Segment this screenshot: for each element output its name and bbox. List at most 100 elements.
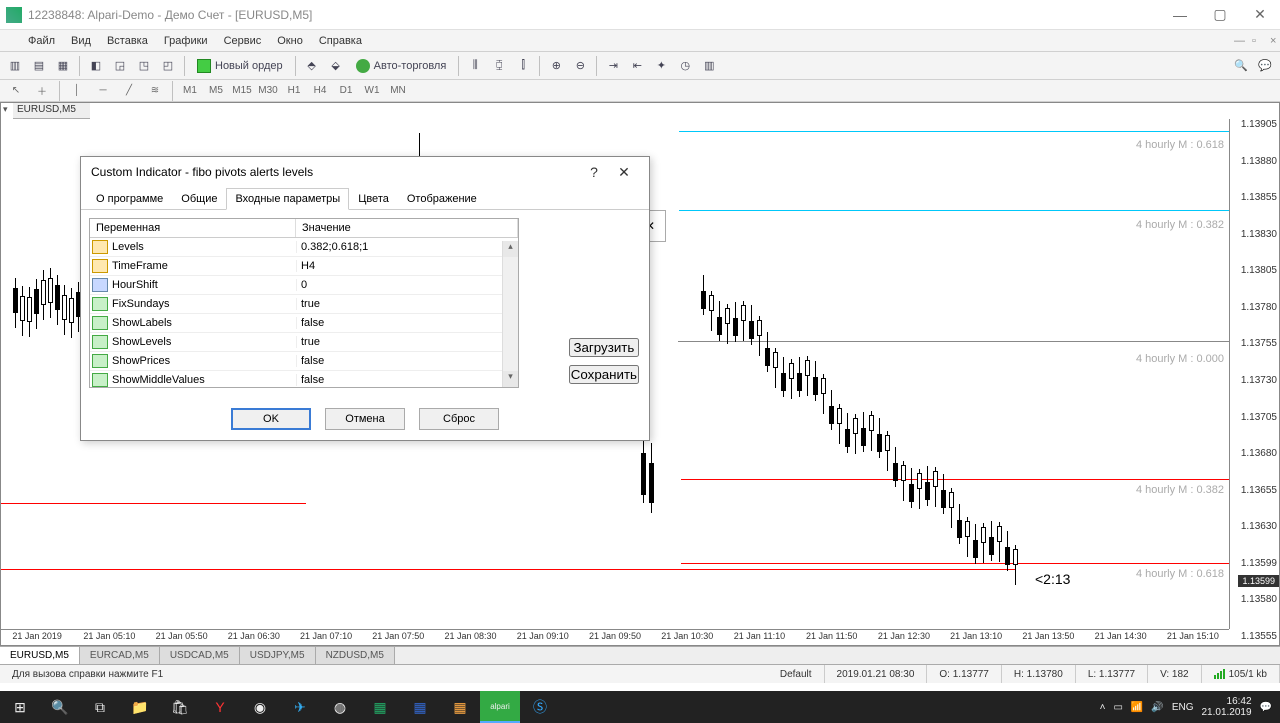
mdi-restore-icon[interactable]: ▫ <box>1244 33 1262 49</box>
table-scrollbar[interactable]: ▴ ▾ <box>502 241 518 387</box>
chart-shift-icon[interactable]: ⇤ <box>626 55 648 77</box>
dialog-tab[interactable]: О программе <box>87 188 172 210</box>
tray-battery-icon[interactable]: ▭ <box>1113 702 1122 713</box>
task-view-icon[interactable]: ⧉ <box>80 691 120 723</box>
auto-trading-button[interactable]: Авто-торговля <box>349 55 454 77</box>
line-chart-icon[interactable]: ⫿ <box>512 55 534 77</box>
trendline-icon[interactable]: ╱ <box>117 82 141 100</box>
timeframe-h4[interactable]: H4 <box>308 82 332 100</box>
scroll-down-icon[interactable]: ▾ <box>503 371 518 387</box>
profiles-icon[interactable]: ▤ <box>28 55 50 77</box>
skype-icon[interactable]: Ⓢ <box>520 691 560 723</box>
maximize-button[interactable]: ▢ <box>1200 0 1240 30</box>
param-row[interactable]: TimeFrameH4 <box>90 257 518 276</box>
scroll-up-icon[interactable]: ▴ <box>503 241 518 257</box>
store-icon[interactable]: 🛍 <box>160 691 200 723</box>
channel-icon[interactable]: ≋ <box>143 82 167 100</box>
dialog-tab[interactable]: Цвета <box>349 188 398 210</box>
menu-charts[interactable]: Графики <box>156 33 216 49</box>
dialog-help-icon[interactable]: ? <box>579 164 609 180</box>
menu-tools[interactable]: Сервис <box>216 33 270 49</box>
timeframe-d1[interactable]: D1 <box>334 82 358 100</box>
menu-window[interactable]: Окно <box>269 33 311 49</box>
chart-tab[interactable]: EURCAD,M5 <box>80 647 160 664</box>
chart-tab[interactable]: USDCAD,M5 <box>160 647 240 664</box>
tray-clock[interactable]: 16:42 21.01.2019 <box>1201 696 1251 718</box>
param-row[interactable]: Levels0.382;0.618;1 <box>90 238 518 257</box>
param-value[interactable]: false <box>296 374 518 386</box>
status-connection[interactable]: 105/1 kb <box>1202 665 1280 683</box>
dialog-close-icon[interactable]: ✕ <box>609 164 639 181</box>
col-value[interactable]: Значение <box>296 219 518 237</box>
reset-button[interactable]: Сброс <box>419 408 499 430</box>
metaquotes-icon[interactable]: ⬘ <box>301 55 323 77</box>
param-row[interactable]: HourShift0 <box>90 276 518 295</box>
ok-button[interactable]: OK <box>231 408 311 430</box>
search-task-icon[interactable]: 🔍 <box>40 691 80 723</box>
mdi-close-icon[interactable]: × <box>1262 33 1280 49</box>
menu-file[interactable]: Файл <box>20 33 63 49</box>
timeframe-w1[interactable]: W1 <box>360 82 384 100</box>
telegram-icon[interactable]: ✈ <box>280 691 320 723</box>
param-value[interactable]: 0 <box>296 279 518 291</box>
menu-view[interactable]: Вид <box>63 33 99 49</box>
param-value[interactable]: 0.382;0.618;1 <box>296 241 518 253</box>
terminal-icon[interactable]: ◳ <box>133 55 155 77</box>
dialog-tab[interactable]: Входные параметры <box>226 188 349 210</box>
new-order-button[interactable]: Новый ордер <box>190 55 290 77</box>
word-icon[interactable]: ▦ <box>400 691 440 723</box>
param-row[interactable]: ShowMiddleValuesfalse <box>90 371 518 388</box>
yandex-icon[interactable]: Y <box>200 691 240 723</box>
load-button[interactable]: Загрузить <box>569 338 639 357</box>
timeframe-h1[interactable]: H1 <box>282 82 306 100</box>
timeframe-m30[interactable]: M30 <box>256 82 280 100</box>
data-window-icon[interactable]: ◲ <box>109 55 131 77</box>
param-value[interactable]: true <box>296 336 518 348</box>
tray-volume-icon[interactable]: 🔊 <box>1151 702 1163 713</box>
param-value[interactable]: true <box>296 298 518 310</box>
market-watch-icon[interactable]: ▦ <box>52 55 74 77</box>
indicators-icon[interactable]: ✦ <box>650 55 672 77</box>
tray-notifications-icon[interactable]: 💬 <box>1260 702 1272 713</box>
alpari-task-icon[interactable]: alpari <box>480 691 520 723</box>
chart-tab[interactable]: EURUSD,M5 <box>0 647 80 664</box>
minimize-button[interactable]: — <box>1160 0 1200 30</box>
timeframe-m15[interactable]: M15 <box>230 82 254 100</box>
param-row[interactable]: ShowLabelsfalse <box>90 314 518 333</box>
chart-tab[interactable]: USDJPY,M5 <box>240 647 316 664</box>
param-value[interactable]: false <box>296 355 518 367</box>
explorer-icon[interactable]: 📁 <box>120 691 160 723</box>
strategy-tester-icon[interactable]: ◰ <box>157 55 179 77</box>
menu-insert[interactable]: Вставка <box>99 33 156 49</box>
close-button[interactable]: ✕ <box>1240 0 1280 30</box>
crosshair-icon[interactable]: ＋ <box>30 82 54 100</box>
candle-chart-icon[interactable]: ⧮ <box>488 55 510 77</box>
dialog-tab[interactable]: Общие <box>172 188 226 210</box>
param-row[interactable]: FixSundaystrue <box>90 295 518 314</box>
param-value[interactable]: false <box>296 317 518 329</box>
timeframe-m5[interactable]: M5 <box>204 82 228 100</box>
status-profile[interactable]: Default <box>768 665 825 683</box>
tray-chevron-icon[interactable]: ˄ <box>1100 702 1106 713</box>
system-tray[interactable]: ˄ ▭ 📶 🔊 ENG 16:42 21.01.2019 💬 <box>1100 696 1280 718</box>
chat-icon[interactable]: 💬 <box>1254 55 1276 77</box>
chrome-icon[interactable]: ◉ <box>240 691 280 723</box>
bar-chart-icon[interactable]: ⫼ <box>464 55 486 77</box>
timeframe-mn[interactable]: MN <box>386 82 410 100</box>
templates-icon[interactable]: ▥ <box>698 55 720 77</box>
search-icon[interactable]: 🔍 <box>1230 55 1252 77</box>
parameters-table[interactable]: Переменная Значение Levels0.382;0.618;1T… <box>89 218 519 388</box>
chart-tab[interactable]: NZDUSD,M5 <box>316 647 395 664</box>
save-button[interactable]: Сохранить <box>569 365 639 384</box>
excel-icon[interactable]: ▦ <box>360 691 400 723</box>
param-value[interactable]: H4 <box>296 260 518 272</box>
mt4-task-icon[interactable]: ▦ <box>440 691 480 723</box>
signals-icon[interactable]: ⬙ <box>325 55 347 77</box>
mdi-minimize-icon[interactable]: — <box>1226 33 1244 49</box>
timeframe-m1[interactable]: M1 <box>178 82 202 100</box>
new-chart-icon[interactable]: ▥ <box>4 55 26 77</box>
param-row[interactable]: ShowPricesfalse <box>90 352 518 371</box>
zoom-out-icon[interactable]: ⊖ <box>569 55 591 77</box>
periods-icon[interactable]: ◷ <box>674 55 696 77</box>
navigator-icon[interactable]: ◧ <box>85 55 107 77</box>
